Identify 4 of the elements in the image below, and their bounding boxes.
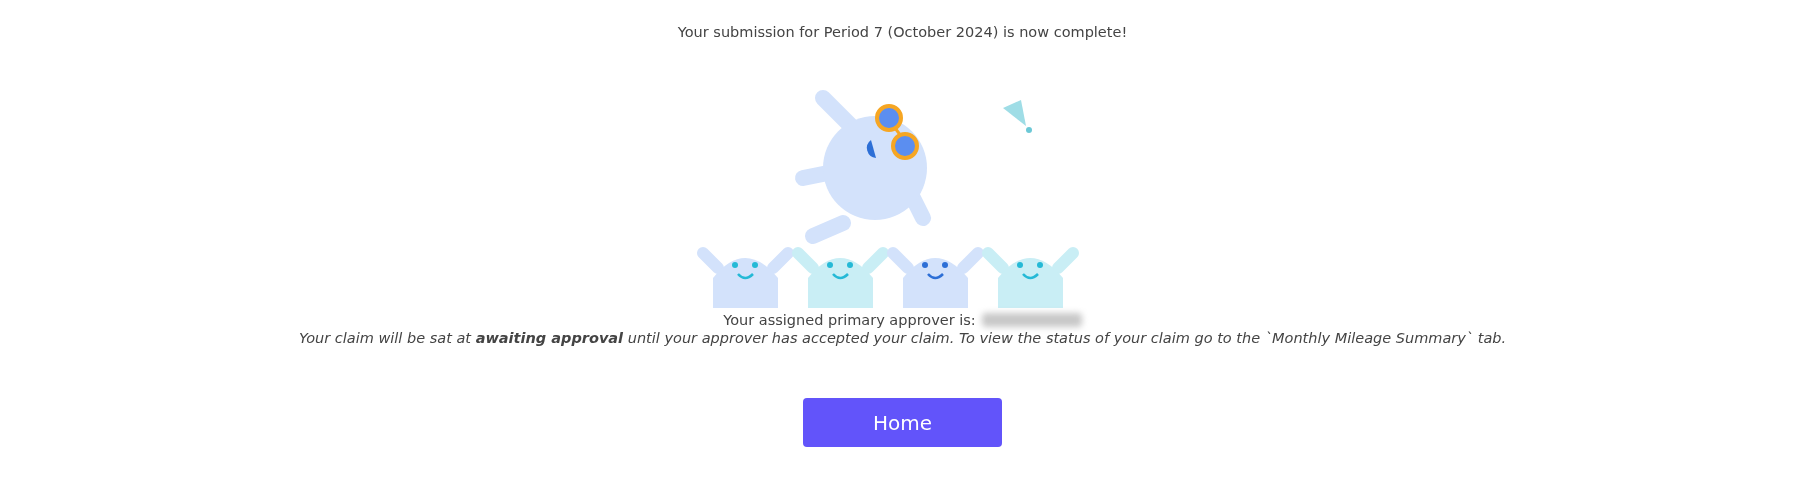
completion-message: Your submission for Period 7 (October 2024) is now complete! — [677, 24, 1128, 40]
approval-note: Your claim will be sat at awaiting approval until your approver has accepted your claim. To view the status of your claim go to the `Monthly Mileage Summary` tab. — [298, 330, 1507, 346]
approver-label: Your assigned primary approver is: — [723, 312, 976, 328]
home-button[interactable]: Home — [803, 398, 1002, 447]
